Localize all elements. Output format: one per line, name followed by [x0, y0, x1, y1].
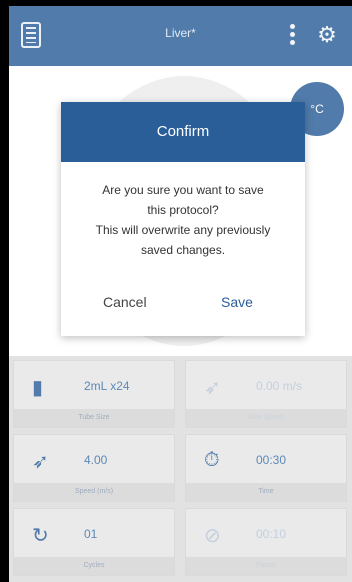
- dialog-message-line: This will overwrite any previously: [95, 223, 271, 237]
- cancel-button[interactable]: Cancel: [103, 294, 147, 310]
- dialog-title: Confirm: [61, 102, 305, 162]
- dialog-message-line: saved changes.: [140, 243, 226, 257]
- phone-screen: Liver* ⚙ °C ▮ 2mL x24 Tube Size ➶ 0.00 m…: [9, 6, 352, 582]
- confirm-dialog: Confirm Are you sure you want to save th…: [61, 102, 305, 336]
- dialog-message: Are you sure you want to save this proto…: [71, 180, 295, 260]
- dialog-message-line: this protocol?: [147, 203, 219, 217]
- dialog-message-line: Are you sure you want to save: [102, 183, 264, 197]
- save-button[interactable]: Save: [221, 294, 253, 310]
